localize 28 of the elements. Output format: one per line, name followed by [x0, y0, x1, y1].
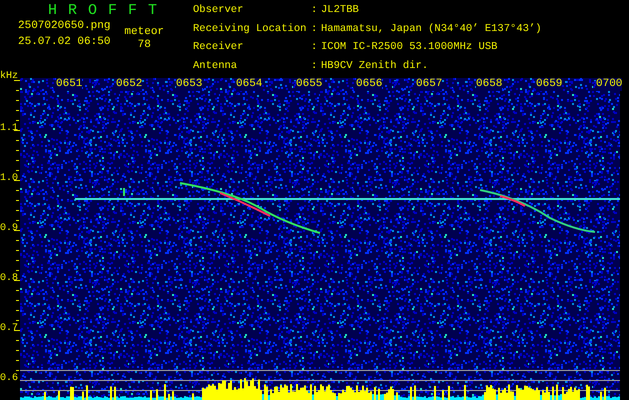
time-tick-label: 0700	[596, 78, 622, 91]
count-label: meteor	[124, 26, 164, 38]
info-label: Receiving Location	[193, 22, 308, 36]
info-colon: :	[311, 4, 318, 18]
info-colon: :	[311, 60, 318, 74]
time-tick-label: 0659	[536, 78, 562, 91]
axis-unit: kHz	[0, 71, 18, 82]
time-tick-label: 0654	[236, 78, 262, 91]
info-value: JL2TBB	[321, 4, 360, 18]
info-label: Observer	[193, 4, 244, 18]
time-tick-label: 0651	[56, 78, 82, 91]
info-value: HB9CV Zenith dir.	[321, 60, 430, 74]
date-time: 25.07.02 06:50	[18, 36, 110, 48]
info-colon: :	[311, 41, 318, 55]
app-title: H R O F F T	[48, 2, 160, 19]
time-tick-label: 0657	[416, 78, 442, 91]
file-name: 2507020650.png	[18, 20, 110, 32]
info-value: ICOM IC-R2500 53.1000MHz USB	[321, 41, 498, 55]
time-tick-label: 0653	[176, 78, 202, 91]
info-label: Antenna	[193, 60, 238, 74]
time-tick-label: 0655	[296, 78, 322, 91]
time-tick-label: 0658	[476, 78, 502, 91]
info-value: Hamamatsu, Japan (N34°40’ E137°43’)	[321, 22, 542, 36]
info-label: Receiver	[193, 41, 244, 55]
info-colon: :	[311, 22, 318, 36]
time-tick-label: 0652	[116, 78, 142, 91]
time-tick-label: 0656	[356, 78, 382, 91]
meteor-count: 78	[138, 39, 151, 51]
